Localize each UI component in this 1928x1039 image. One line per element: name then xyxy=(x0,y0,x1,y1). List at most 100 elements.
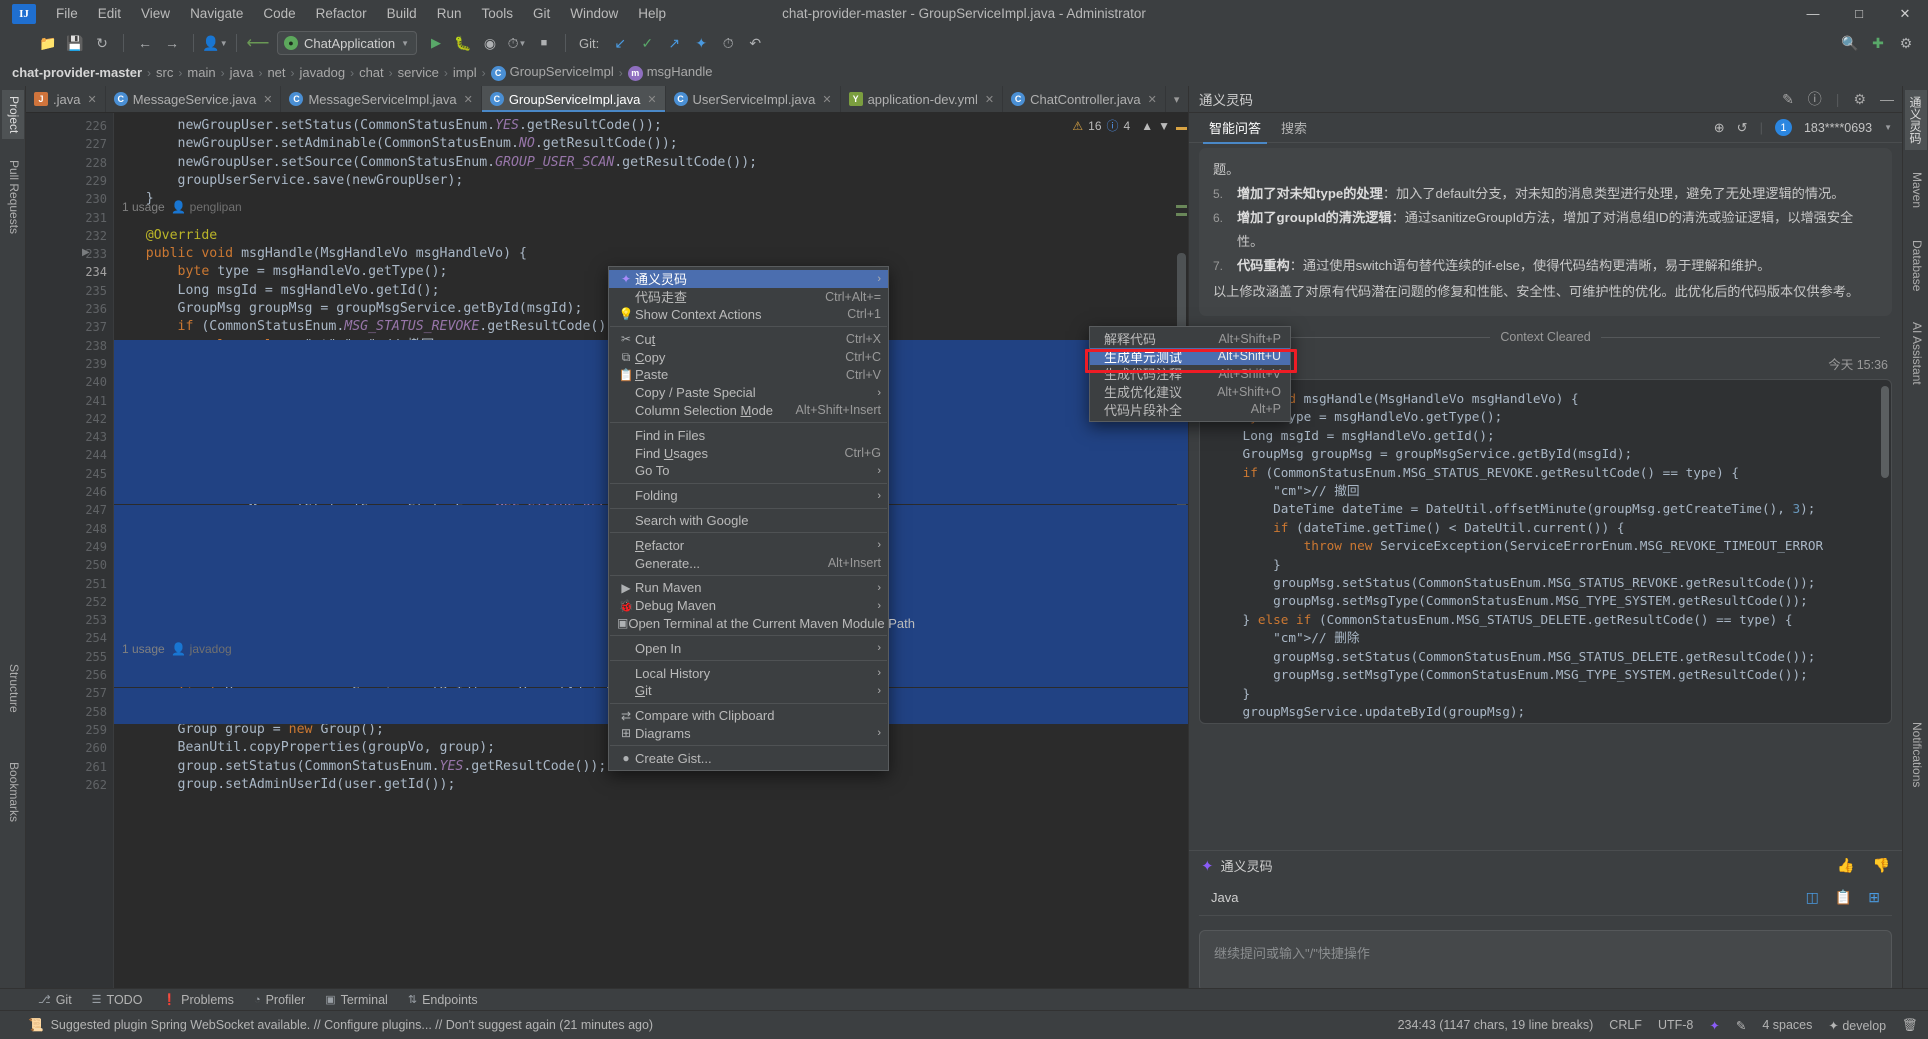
branch-icon[interactable]: ✦ xyxy=(689,31,713,55)
gear-icon[interactable]: ⚙ xyxy=(1853,91,1866,108)
chevron-down-icon[interactable]: ▼ xyxy=(1884,123,1892,132)
editor-gutter[interactable]: 226 227 228 229 230 231 232 233 234 235 236 237 238 2… xyxy=(26,113,114,1026)
close-tab-icon[interactable]: ✕ xyxy=(822,93,831,106)
sidebar-item-structure[interactable]: Structure xyxy=(2,658,24,719)
context-menu-item-git[interactable]: Git › xyxy=(609,682,888,700)
close-tab-icon[interactable]: ✕ xyxy=(985,93,994,106)
editor-tab-userserviceimpl-java[interactable]: C UserServiceImpl.java ✕ xyxy=(666,86,841,112)
breadcrumb-method[interactable]: m msgHandle xyxy=(624,63,717,82)
sidebar-item-database[interactable]: Database xyxy=(1905,234,1927,297)
context-menu-item-find-usages[interactable]: Find Usages Ctrl+G xyxy=(609,444,888,462)
sidebar-item-project[interactable]: Project xyxy=(2,90,24,140)
tongyi-conversation[interactable]: 题。 5. 增加了对未知type的处理：加入了default分支，对未知的消息类型… xyxy=(1189,144,1902,850)
caret-position[interactable]: 234:43 (1147 chars, 19 line breaks) xyxy=(1398,1018,1594,1032)
file-encoding[interactable]: UTF-8 xyxy=(1658,1018,1693,1032)
submenu-item-4[interactable]: 代码片段补全 Alt+P xyxy=(1090,400,1290,418)
code-block-scrollbar[interactable] xyxy=(1881,386,1889,478)
breadcrumb-item-impl[interactable]: impl xyxy=(449,64,481,81)
stop-icon[interactable]: ■ xyxy=(532,31,556,55)
menu-run[interactable]: Run xyxy=(427,3,472,24)
menu-view[interactable]: View xyxy=(131,3,180,24)
tongyi-status-icon[interactable]: ✦ xyxy=(1709,1018,1719,1033)
commit-icon[interactable]: ✓ xyxy=(635,31,659,55)
tab-search[interactable]: 搜索 xyxy=(1271,113,1317,143)
copy-icon[interactable]: 📋 xyxy=(1835,889,1852,906)
insert-icon[interactable]: ⊞ xyxy=(1868,889,1880,906)
menu-code[interactable]: Code xyxy=(253,3,305,24)
close-button[interactable]: ✕ xyxy=(1882,0,1928,27)
context-menu-item-folding[interactable]: Folding › xyxy=(609,487,888,505)
context-menu-item-show-context-actions[interactable]: 💡 Show Context Actions Ctrl+1 xyxy=(609,306,888,324)
chevron-down-icon[interactable]: ▾ xyxy=(1174,93,1180,106)
menu-tools[interactable]: Tools xyxy=(471,3,523,24)
sidebar-item-pull-requests[interactable]: Pull Requests xyxy=(2,154,24,240)
close-tab-icon[interactable]: ✕ xyxy=(464,93,473,106)
update-project-icon[interactable]: ↙ xyxy=(608,31,632,55)
breadcrumb-item-service[interactable]: service xyxy=(394,64,443,81)
editor-tab-messageserviceimpl-java[interactable]: C MessageServiceImpl.java ✕ xyxy=(281,86,482,112)
breadcrumb-class[interactable]: C GroupServiceImpl xyxy=(487,63,618,82)
menu-navigate[interactable]: Navigate xyxy=(180,3,253,24)
toolwindow-git[interactable]: ⎇ Git xyxy=(28,991,82,1009)
context-menu-item-paste[interactable]: 📋 Paste Ctrl+V xyxy=(609,366,888,384)
history-icon[interactable]: ⏱ xyxy=(716,31,740,55)
profile-icon[interactable]: ⏱ ▼ xyxy=(505,31,529,55)
minimize-button[interactable]: — xyxy=(1790,0,1836,27)
line-separator[interactable]: CRLF xyxy=(1609,1018,1642,1032)
usage-marker[interactable]: 1 usage 👤 penglipan xyxy=(122,200,242,214)
submenu-item-3[interactable]: 生成优化建议 Alt+Shift+O xyxy=(1090,383,1290,401)
menu-edit[interactable]: Edit xyxy=(88,3,131,24)
chevron-down-icon[interactable]: ▼ xyxy=(1158,119,1170,133)
debug-icon[interactable]: 🐛 xyxy=(451,31,475,55)
context-menu-item-refactor[interactable]: Refactor › xyxy=(609,536,888,554)
code-editor[interactable]: 226 227 228 229 230 231 232 233 234 235 236 237 238 2… xyxy=(26,113,1188,1026)
user-icon[interactable]: 👤 ▼ xyxy=(202,31,227,55)
new-chat-icon[interactable]: ✎ xyxy=(1782,91,1794,108)
editor-tab-chatcontroller-java[interactable]: C ChatController.java ✕ xyxy=(1003,86,1166,112)
breadcrumb-item-net[interactable]: net xyxy=(263,64,289,81)
context-menu-item-cut[interactable]: ✂ Cut Ctrl+X xyxy=(609,330,888,348)
breadcrumb-item-javadog[interactable]: javadog xyxy=(296,64,350,81)
context-menu-item-diagrams[interactable]: ⊞ Diagrams › xyxy=(609,725,888,743)
context-menu-item-column-selection-mode[interactable]: Column Selection Mode Alt+Shift+Insert xyxy=(609,402,888,420)
context-menu-item-代码走查[interactable]: 代码走查 Ctrl+Alt+= xyxy=(609,288,888,306)
context-menu-item-create-gist---[interactable]: ● Create Gist... xyxy=(609,749,888,767)
maximize-button[interactable]: □ xyxy=(1836,0,1882,27)
context-menu-item-generate---[interactable]: Generate... Alt+Insert xyxy=(609,554,888,572)
editor-tab--java[interactable]: J .java ✕ xyxy=(26,86,106,112)
status-message[interactable]: Suggested plugin Spring WebSocket availa… xyxy=(51,1018,654,1032)
context-menu-item-通义灵码[interactable]: ✦ 通义灵码 › xyxy=(609,270,888,288)
run-configuration-selector[interactable]: ● ChatApplication ▼ xyxy=(277,31,417,55)
tab-smart-qa[interactable]: 智能问答 xyxy=(1199,113,1271,144)
tongyi-submenu[interactable]: 解释代码 Alt+Shift+P 生成单元测试 Alt+Shift+U 生成代码注释 Al… xyxy=(1089,326,1291,422)
rollback-icon[interactable]: ↶ xyxy=(743,31,767,55)
editor-tab-messageservice-java[interactable]: C MessageService.java ✕ xyxy=(106,86,282,112)
submenu-item-2[interactable]: 生成代码注释 Alt+Shift+V xyxy=(1090,365,1290,383)
context-menu-item-find-in-files[interactable]: Find in Files xyxy=(609,426,888,444)
open-folder-icon[interactable]: 📁 xyxy=(36,31,60,55)
chevron-up-icon[interactable]: ▲ xyxy=(1141,119,1153,133)
editor-tab-groupserviceimpl-java[interactable]: C GroupServiceImpl.java ✕ xyxy=(481,86,666,112)
context-menu-item-local-history[interactable]: Local History › xyxy=(609,664,888,682)
history-icon[interactable]: ↺ xyxy=(1737,120,1748,136)
inspection-summary[interactable]: ⚠ 16 ⓘ 4 ▲ ▼ xyxy=(1072,117,1170,134)
sidebar-item-maven[interactable]: Maven xyxy=(1905,166,1927,214)
close-tab-icon[interactable]: ✕ xyxy=(647,93,656,106)
help-icon[interactable]: ⓘ xyxy=(1808,89,1822,109)
chat-input[interactable]: 继续提问或输入"/"快捷操作 xyxy=(1199,930,1892,992)
forward-arrow-icon[interactable]: → xyxy=(160,31,184,55)
toolwindow-problems[interactable]: ❗ Problems xyxy=(152,991,244,1009)
save-icon[interactable]: 💾 xyxy=(63,31,87,55)
breadcrumb-item-main[interactable]: main xyxy=(183,64,219,81)
context-menu-item-copy[interactable]: ⧉ Copy Ctrl+C xyxy=(609,348,888,366)
run-gutter-icon[interactable]: ▶ xyxy=(82,247,90,258)
undo-icon[interactable]: ⟵ xyxy=(246,31,270,55)
run-icon[interactable]: ▶ xyxy=(424,31,448,55)
sidebar-item-tongyi[interactable]: 通义灵码 xyxy=(1905,90,1927,150)
close-tab-icon[interactable]: ✕ xyxy=(263,93,272,106)
toolwindow-profiler[interactable]: ◔ Profiler xyxy=(244,991,315,1009)
avatar[interactable]: 1 xyxy=(1774,119,1792,136)
toolwindow-terminal[interactable]: ▣ Terminal xyxy=(315,991,398,1009)
push-icon[interactable]: ↗ xyxy=(662,31,686,55)
editor-tab-application-dev-yml[interactable]: Yapplication-dev.yml ✕ xyxy=(841,86,1004,112)
